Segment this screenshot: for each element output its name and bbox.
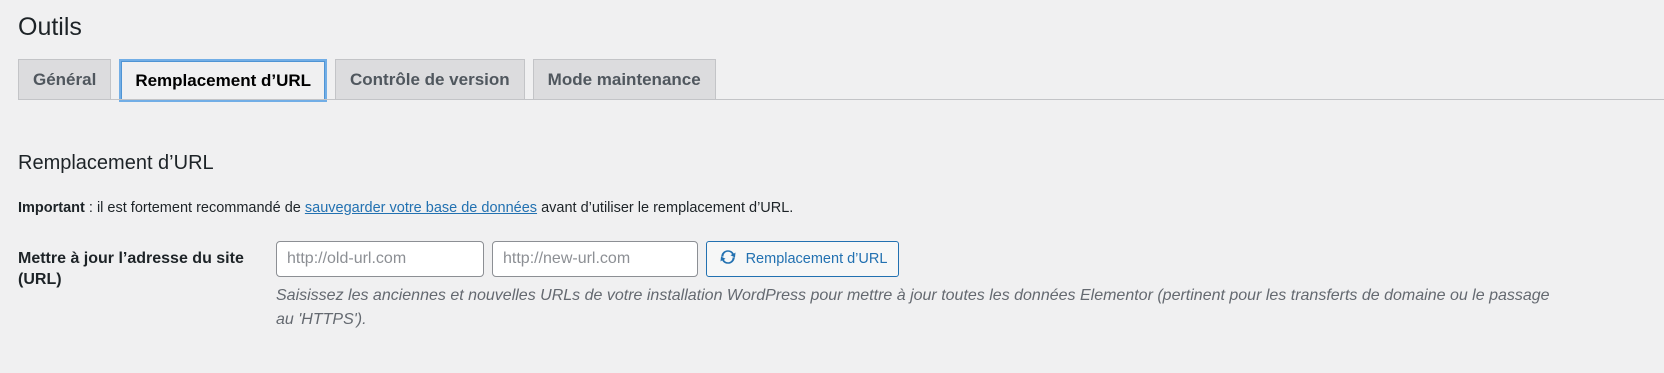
tab-bar: Général Remplacement d’URL Contrôle de v… xyxy=(18,59,716,102)
backup-database-link[interactable]: sauvegarder votre base de données xyxy=(305,200,537,216)
page-title: Outils xyxy=(18,13,82,41)
notice-text-after: avant d’utiliser le remplacement d’URL. xyxy=(537,200,794,216)
notice-strong: Important xyxy=(18,200,85,216)
tab-divider xyxy=(18,99,1664,100)
update-site-url-label: Mettre à jour l’adresse du site (URL) xyxy=(18,250,244,288)
section-title: Remplacement d’URL xyxy=(18,152,214,174)
replace-url-button-label: Remplacement d’URL xyxy=(745,251,888,267)
replace-url-button[interactable]: Remplacement d’URL xyxy=(706,241,899,277)
tab-version-control[interactable]: Contrôle de version xyxy=(335,59,525,100)
tab-label: Général xyxy=(33,70,97,89)
tab-maintenance-mode[interactable]: Mode maintenance xyxy=(532,59,716,100)
tab-label: Mode maintenance xyxy=(547,70,701,89)
sync-icon xyxy=(718,247,738,271)
tools-page: Outils Général Remplacement d’URL Contrô… xyxy=(0,0,1664,373)
old-url-input[interactable] xyxy=(276,241,484,277)
notice-text-before: : il est fortement recommandé de xyxy=(84,200,305,216)
tab-label: Contrôle de version xyxy=(350,70,510,89)
backup-notice: Important : il est fortement recommandé … xyxy=(18,200,793,216)
new-url-input[interactable] xyxy=(492,241,698,277)
replace-url-description: Saisissez les anciennes et nouvelles URL… xyxy=(276,287,1550,328)
tab-label: Remplacement d’URL xyxy=(135,70,312,90)
tab-general[interactable]: Général xyxy=(18,59,112,100)
tab-url-replacement[interactable]: Remplacement d’URL xyxy=(119,59,328,102)
